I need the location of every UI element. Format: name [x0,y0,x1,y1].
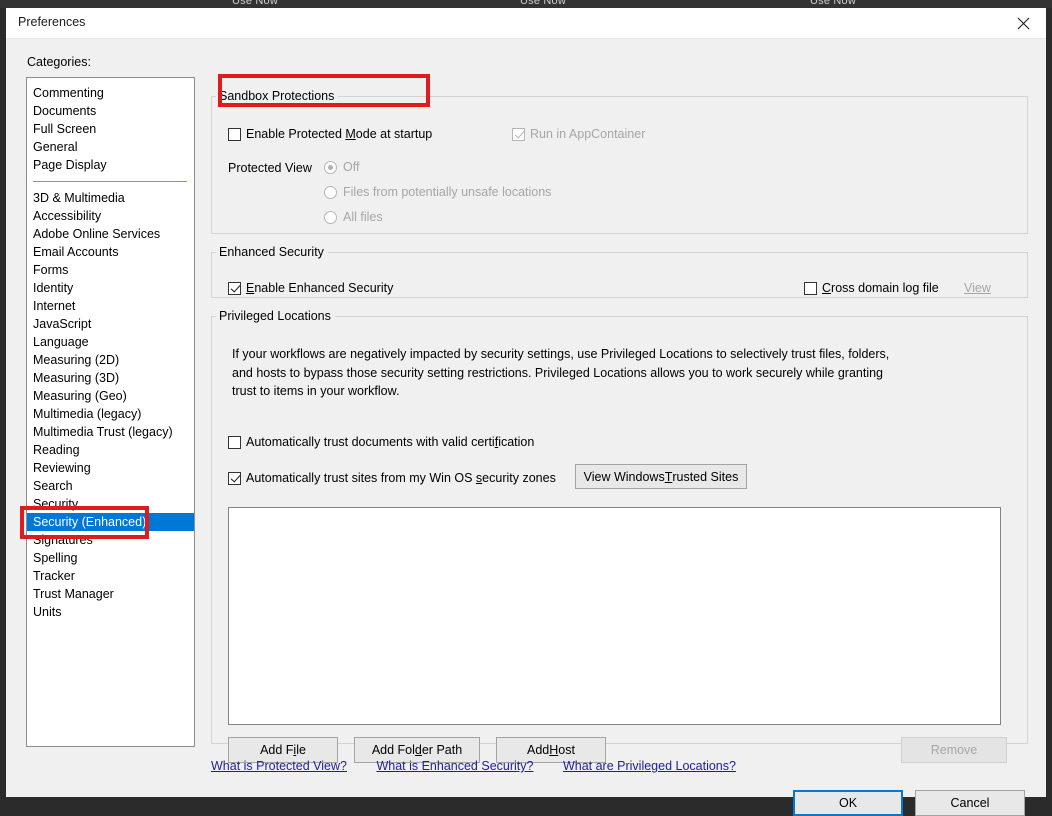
enable-enhanced-security-label: Enable Enhanced Security [246,281,394,295]
protected-view-option-label: Off [343,160,360,174]
checkbox-box [228,127,241,141]
cross-domain-log-file-checkbox[interactable]: Cross domain log file [804,281,939,295]
sidebar-item-documents[interactable]: Documents [27,102,194,120]
enable-protected-mode-checkbox[interactable]: Enable Protected Mode at startup [228,127,432,141]
checkbox-box [512,127,525,141]
sidebar-item-measuring-geo[interactable]: Measuring (Geo) [27,387,194,405]
sidebar-item-identity[interactable]: Identity [27,279,194,297]
view-windows-trusted-sites-button[interactable]: View Windows Trusted Sites [575,464,747,489]
privileged-locations-description: If your workflows are negatively impacte… [232,347,890,398]
dialog-body: Categories: Commenting Documents Full Sc… [6,39,1046,816]
sandbox-protections-group: Sandbox Protections Enable Protected Mod… [211,89,1028,234]
categories-label: Categories: [27,55,91,69]
sidebar-item-multimedia-legacy[interactable]: Multimedia (legacy) [27,405,194,423]
background-strip: Use Now Use Now Use Now [0,0,1052,8]
privileged-locations-legend: Privileged Locations [219,309,331,323]
sidebar-item-accessibility[interactable]: Accessibility [27,207,194,225]
protected-view-option-all-files: All files [324,210,383,224]
checkbox-box [228,435,241,449]
privileged-locations-list[interactable] [228,507,1001,725]
sidebar-item-language[interactable]: Language [27,333,194,351]
radio-circle [324,185,337,199]
categories-listbox[interactable]: Commenting Documents Full Screen General… [26,77,195,747]
sidebar-item-commenting[interactable]: Commenting [27,84,194,102]
run-in-appcontainer-checkbox: Run in AppContainer [512,127,645,141]
sidebar-item-signatures[interactable]: Signatures [27,531,194,549]
sidebar-item-measuring-3d[interactable]: Measuring (3D) [27,369,194,387]
checkbox-box [228,281,241,295]
remove-button: Remove [901,737,1007,763]
sidebar-item-trust-manager[interactable]: Trust Manager [27,585,194,603]
ok-button[interactable]: OK [793,790,903,816]
privileged-locations-group: Privileged Locations If your workflows a… [211,309,1028,763]
sidebar-item-email-accounts[interactable]: Email Accounts [27,243,194,261]
sidebar-item-general[interactable]: General [27,138,194,156]
what-is-protected-view-link[interactable]: What is Protected View? [211,759,347,773]
protected-view-option-unsafe-locations: Files from potentially unsafe locations [324,185,551,199]
background-strip-text: Use Now [810,0,857,7]
sidebar-item-reviewing[interactable]: Reviewing [27,459,194,477]
sidebar-item-forms[interactable]: Forms [27,261,194,279]
checkbox-box [228,471,241,485]
radio-circle [324,210,337,224]
sidebar-item-security-enhanced[interactable]: Security (Enhanced) [27,513,194,531]
protected-view-label: Protected View [228,161,312,175]
enhanced-security-legend: Enhanced Security [219,245,324,259]
categories-separator [33,181,187,182]
background-strip-text: Use Now [520,0,567,7]
preferences-dialog: Preferences Categories: Commenting Docum… [0,8,1052,816]
help-links-row: What is Protected View? What is Enhanced… [211,759,762,773]
sidebar-item-page-display[interactable]: Page Display [27,156,194,174]
dialog-titlebar: Preferences [6,8,1046,39]
close-button[interactable] [1000,8,1046,38]
sidebar-item-units[interactable]: Units [27,603,194,621]
trust-os-security-zones-checkbox[interactable]: Automatically trust sites from my Win OS… [228,471,556,485]
enable-enhanced-security-checkbox[interactable]: Enable Enhanced Security [228,281,393,295]
protected-view-option-off: Off [324,160,359,174]
view-log-link: View [964,281,991,295]
view-windows-trusted-sites-wrap: View Windows Trusted Sites [575,464,747,489]
dialog-title: Preferences [18,15,86,29]
checkbox-box [804,281,817,295]
cross-domain-log-file-label: Cross domain log file [822,281,939,295]
sidebar-item-adobe-online-services[interactable]: Adobe Online Services [27,225,194,243]
enable-protected-mode-label: Enable Protected Mode at startup [246,127,433,141]
sidebar-item-full-screen[interactable]: Full Screen [27,120,194,138]
sidebar-item-reading[interactable]: Reading [27,441,194,459]
cancel-button[interactable]: Cancel [915,790,1025,816]
sidebar-item-spelling[interactable]: Spelling [27,549,194,567]
sidebar-item-security[interactable]: Security [27,495,194,513]
sidebar-item-multimedia-trust-legacy[interactable]: Multimedia Trust (legacy) [27,423,194,441]
run-in-appcontainer-label: Run in AppContainer [530,127,646,141]
sidebar-item-javascript[interactable]: JavaScript [27,315,194,333]
what-is-enhanced-security-link[interactable]: What is Enhanced Security? [376,759,533,773]
sandbox-protections-legend: Sandbox Protections [219,89,335,103]
trust-os-security-zones-label: Automatically trust sites from my Win OS… [246,471,556,485]
close-icon [1017,17,1029,29]
radio-circle [324,160,337,174]
trust-certified-documents-label: Automatically trust documents with valid… [246,435,535,449]
sidebar-item-3d-multimedia[interactable]: 3D & Multimedia [27,189,194,207]
protected-view-option-label: Files from potentially unsafe locations [343,185,552,199]
sidebar-item-measuring-2d[interactable]: Measuring (2D) [27,351,194,369]
background-strip-text: Use Now [232,0,279,7]
protected-view-option-label: All files [343,210,383,224]
sidebar-item-tracker[interactable]: Tracker [27,567,194,585]
trust-certified-documents-checkbox[interactable]: Automatically trust documents with valid… [228,435,534,449]
what-are-privileged-locations-link[interactable]: What are Privileged Locations? [563,759,736,773]
sidebar-item-internet[interactable]: Internet [27,297,194,315]
sidebar-item-search[interactable]: Search [27,477,194,495]
enhanced-security-group: Enhanced Security Enable Enhanced Securi… [211,245,1028,298]
